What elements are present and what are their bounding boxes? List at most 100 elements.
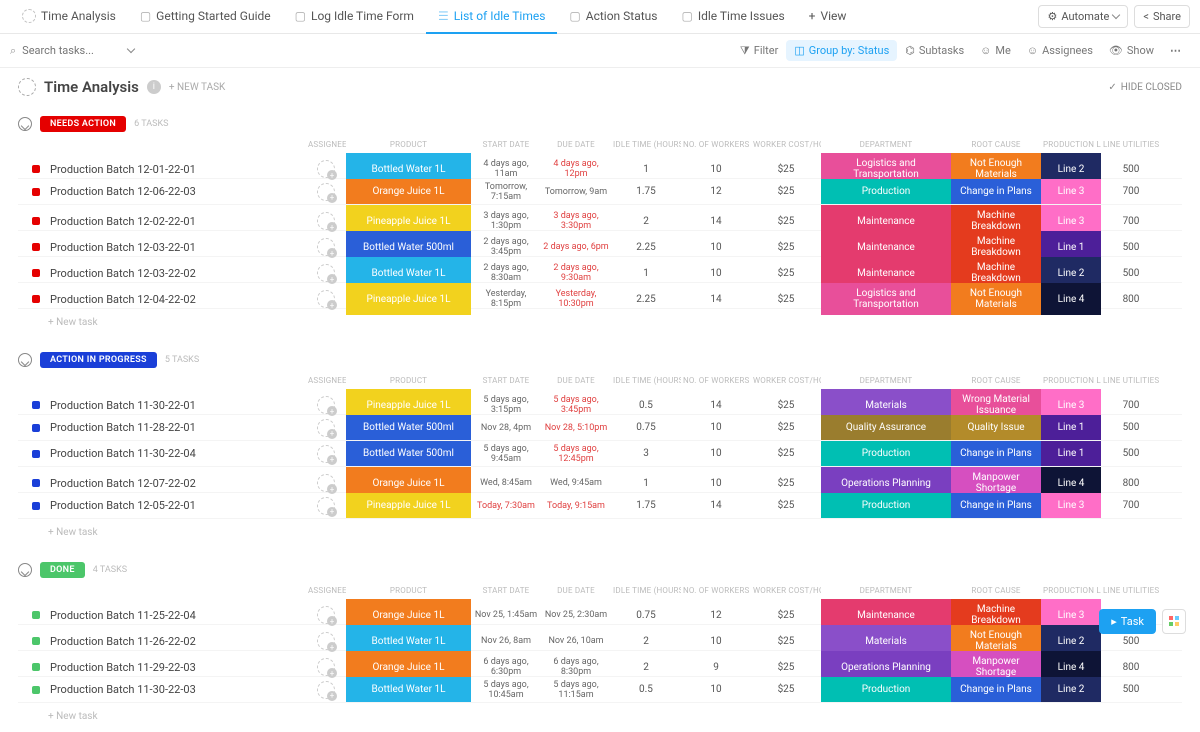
task-row[interactable]: Production Batch 12-02-22-01Pineapple Ju… bbox=[18, 205, 1182, 231]
column-header[interactable]: DUE DATE bbox=[541, 136, 611, 153]
tab-list-of-idle-times[interactable]: ☰List of Idle Times bbox=[426, 0, 557, 34]
status-dot[interactable] bbox=[32, 637, 40, 645]
assignee-cell[interactable] bbox=[306, 474, 346, 492]
assignee-cell[interactable] bbox=[306, 212, 346, 230]
status-dot[interactable] bbox=[32, 502, 40, 510]
root-cause-cell[interactable]: Change in Plans bbox=[951, 441, 1041, 466]
status-dot[interactable] bbox=[32, 424, 40, 432]
column-header[interactable]: PRODUCTION LINE bbox=[1041, 372, 1101, 389]
task-row[interactable]: Production Batch 12-04-22-02Pineapple Ju… bbox=[18, 283, 1182, 309]
automate-button[interactable]: ⚙ Automate bbox=[1038, 5, 1128, 28]
root-cause-cell[interactable]: Quality Issue bbox=[951, 415, 1041, 440]
status-pill[interactable]: DONE bbox=[40, 562, 85, 578]
assignee-cell[interactable] bbox=[306, 290, 346, 308]
assignee-cell[interactable] bbox=[306, 632, 346, 650]
assignee-cell[interactable] bbox=[306, 419, 346, 437]
hide-closed-toggle[interactable]: ✓ HIDE CLOSED bbox=[1108, 82, 1182, 93]
apps-fab[interactable] bbox=[1162, 609, 1186, 634]
info-icon[interactable]: i bbox=[147, 80, 161, 94]
show-button[interactable]: 👁 Show bbox=[1101, 40, 1162, 61]
start-date[interactable]: Nov 25, 1:45am bbox=[471, 610, 541, 620]
assignees-button[interactable]: ☺ Assignees bbox=[1019, 40, 1101, 61]
me-button[interactable]: ☺ Me bbox=[972, 40, 1019, 61]
task-row[interactable]: Production Batch 12-07-22-02Orange Juice… bbox=[18, 467, 1182, 493]
column-header[interactable]: START DATE bbox=[471, 372, 541, 389]
task-name[interactable]: Production Batch 11-25-22-04 bbox=[46, 609, 306, 622]
tab-log-idle-time-form[interactable]: ▢Log Idle Time Form bbox=[283, 0, 426, 34]
column-header[interactable]: PRODUCTION LINE bbox=[1041, 582, 1101, 599]
root-cause-cell[interactable]: Change in Plans bbox=[951, 677, 1041, 702]
column-header[interactable]: PRODUCT bbox=[346, 582, 471, 599]
column-header[interactable]: ROOT CAUSE bbox=[951, 136, 1041, 153]
column-header[interactable]: WORKER COST/HOUR bbox=[751, 372, 821, 389]
search-box[interactable]: ⌕ bbox=[10, 44, 134, 58]
status-dot[interactable] bbox=[32, 295, 40, 303]
due-date[interactable]: 5 days ago, 3:45pm bbox=[541, 395, 611, 415]
due-date[interactable]: Nov 26, 10am bbox=[541, 636, 611, 646]
task-name[interactable]: Production Batch 12-02-22-01 bbox=[46, 215, 306, 228]
start-date[interactable]: Today, 7:30am bbox=[471, 501, 541, 511]
task-row[interactable]: Production Batch 11-26-22-02Bottled Wate… bbox=[18, 625, 1182, 651]
tab-getting-started-guide[interactable]: ▢Getting Started Guide bbox=[128, 0, 283, 34]
product-cell[interactable]: Pineapple Juice 1L bbox=[346, 283, 471, 315]
share-button[interactable]: < Share bbox=[1134, 5, 1190, 28]
status-dot[interactable] bbox=[32, 243, 40, 251]
task-row[interactable]: Production Batch 11-30-22-03Bottled Wate… bbox=[18, 677, 1182, 703]
column-header[interactable]: ASSIGNEE bbox=[306, 136, 346, 153]
due-date[interactable]: Today, 9:15am bbox=[541, 501, 611, 511]
column-header[interactable]: NO. OF WORKERS bbox=[681, 582, 751, 599]
task-name[interactable]: Production Batch 12-01-22-01 bbox=[46, 163, 306, 176]
collapse-icon[interactable] bbox=[18, 353, 32, 367]
tab-action-status[interactable]: ▢Action Status bbox=[557, 0, 669, 34]
product-cell[interactable]: Bottled Water 500ml bbox=[346, 441, 471, 466]
task-name[interactable]: Production Batch 11-26-22-02 bbox=[46, 635, 306, 648]
filter-button[interactable]: ⧩ Filter bbox=[732, 40, 786, 62]
column-header[interactable]: ASSIGNEE bbox=[306, 582, 346, 599]
more-icon[interactable]: ⋯ bbox=[1162, 40, 1190, 61]
column-header[interactable]: PRODUCT bbox=[346, 372, 471, 389]
production-line-cell[interactable]: Line 3 bbox=[1041, 179, 1101, 204]
tab-time-analysis[interactable]: Time Analysis bbox=[10, 0, 128, 34]
due-date[interactable]: Yesterday, 10:30pm bbox=[541, 289, 611, 309]
column-header[interactable]: ROOT CAUSE bbox=[951, 372, 1041, 389]
production-line-cell[interactable]: Line 4 bbox=[1041, 283, 1101, 315]
collapse-icon[interactable] bbox=[18, 563, 32, 577]
column-header[interactable]: PRODUCTION LINE bbox=[1041, 136, 1101, 153]
root-cause-cell[interactable]: Not Enough Materials bbox=[951, 283, 1041, 315]
column-header[interactable]: NO. OF WORKERS bbox=[681, 372, 751, 389]
due-date[interactable]: 5 days ago, 12:45pm bbox=[541, 444, 611, 464]
start-date[interactable]: Tomorrow, 7:15am bbox=[471, 182, 541, 202]
assignee-cell[interactable] bbox=[306, 497, 346, 515]
due-date[interactable]: 5 days ago, 11:15am bbox=[541, 680, 611, 700]
status-dot[interactable] bbox=[32, 401, 40, 409]
status-dot[interactable] bbox=[32, 663, 40, 671]
due-date[interactable]: 4 days ago, 12pm bbox=[541, 159, 611, 179]
due-date[interactable]: 3 days ago, 3:30pm bbox=[541, 211, 611, 231]
task-name[interactable]: Production Batch 12-07-22-02 bbox=[46, 477, 306, 490]
product-cell[interactable]: Bottled Water 1L bbox=[346, 677, 471, 702]
production-line-cell[interactable]: Line 2 bbox=[1041, 677, 1101, 702]
due-date[interactable]: Tomorrow, 9am bbox=[541, 187, 611, 197]
task-row[interactable]: Production Batch 12-06-22-03Orange Juice… bbox=[18, 179, 1182, 205]
chevron-down-icon[interactable] bbox=[127, 45, 135, 53]
status-dot[interactable] bbox=[32, 479, 40, 487]
column-header[interactable]: DEPARTMENT bbox=[821, 372, 951, 389]
new-task-fab[interactable]: ▸ Task bbox=[1099, 609, 1156, 634]
status-dot[interactable] bbox=[32, 686, 40, 694]
start-date[interactable]: 5 days ago, 10:45am bbox=[471, 680, 541, 700]
subtasks-button[interactable]: ⌬ Subtasks bbox=[897, 40, 972, 61]
status-dot[interactable] bbox=[32, 450, 40, 458]
production-line-cell[interactable]: Line 1 bbox=[1041, 415, 1101, 440]
column-header[interactable]: LINE UTILITIES COST bbox=[1101, 582, 1161, 599]
column-header[interactable]: DEPARTMENT bbox=[821, 136, 951, 153]
root-cause-cell[interactable]: Change in Plans bbox=[951, 493, 1041, 518]
column-header[interactable]: PRODUCT bbox=[346, 136, 471, 153]
collapse-icon[interactable] bbox=[18, 117, 32, 131]
task-name[interactable]: Production Batch 12-06-22-03 bbox=[46, 185, 306, 198]
column-header[interactable]: WORKER COST/HOUR bbox=[751, 136, 821, 153]
task-name[interactable]: Production Batch 11-30-22-04 bbox=[46, 447, 306, 460]
assignee-cell[interactable] bbox=[306, 264, 346, 282]
department-cell[interactable]: Production bbox=[821, 179, 951, 204]
due-date[interactable]: Nov 25, 2:30am bbox=[541, 610, 611, 620]
start-date[interactable]: 2 days ago, 3:45pm bbox=[471, 237, 541, 257]
